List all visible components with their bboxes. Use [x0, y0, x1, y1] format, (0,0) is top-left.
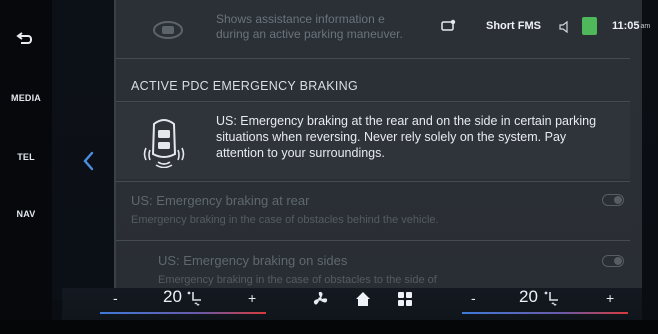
option-rear-braking-subtitle: Emergency braking in the case of obstacl… [131, 214, 439, 226]
back-icon[interactable] [14, 30, 34, 50]
section-title: ACTIVE PDC EMERGENCY BRAKING [131, 79, 358, 93]
sidebar-item-nav[interactable]: NAV [0, 209, 52, 219]
left-temp-plus-button[interactable]: + [248, 290, 256, 306]
previous-option-description: Shows assistance information e during an… [216, 12, 403, 42]
clock-suffix: am [640, 22, 651, 30]
seat-heat-icon[interactable] [186, 290, 204, 308]
option-rear-braking-title[interactable]: US: Emergency braking at rear [131, 193, 309, 208]
message-icon [441, 19, 456, 31]
side-braking-toggle[interactable] [602, 255, 624, 267]
info-card-text: US: Emergency braking at the rear and on… [216, 114, 597, 160]
profile-name: Short FMS [486, 20, 541, 32]
right-temp-plus-button[interactable]: + [606, 290, 614, 306]
apps-grid-icon[interactable] [396, 290, 414, 308]
clock-time: 11:05 [612, 20, 640, 32]
idrive-screen: MEDIA TEL NAV Shows assistance informati… [0, 0, 658, 334]
option-side-braking-title[interactable]: US: Emergency braking on sides [158, 253, 347, 268]
right-temp-minus-button[interactable]: - [471, 290, 476, 306]
chevron-left-icon[interactable] [82, 150, 96, 172]
option-side-braking-subtitle: Emergency braking in the case of obstacl… [158, 274, 437, 286]
divider-card [116, 181, 630, 182]
right-temp-value: 20 [519, 287, 538, 306]
fan-icon[interactable] [311, 290, 329, 308]
home-icon[interactable] [354, 290, 372, 308]
divider-section [116, 101, 630, 102]
car-sensors-icon [143, 119, 185, 168]
right-temp-slider[interactable] [462, 312, 628, 314]
divider-option [116, 240, 630, 241]
left-temp-value: 20 [163, 287, 182, 306]
divider-top [116, 58, 630, 59]
bezel-bottom [0, 320, 658, 334]
status-profile: Short FMS [486, 17, 541, 35]
charging-status-icon [582, 17, 597, 35]
parking-assist-icon [153, 21, 183, 39]
left-temp-slider[interactable] [100, 312, 266, 314]
status-clock: 11:05 am [612, 17, 650, 35]
speaker-muted-icon [559, 20, 568, 34]
left-rail: MEDIA TEL NAV [0, 0, 52, 334]
rear-braking-toggle[interactable] [602, 194, 624, 206]
sidebar-item-tel[interactable]: TEL [0, 152, 52, 162]
previous-option-line1: Shows assistance information e [216, 12, 385, 26]
sidebar-item-media[interactable]: MEDIA [0, 93, 52, 103]
left-temp-minus-button[interactable]: - [113, 290, 118, 306]
previous-option-line2: during an active parking maneuver. [216, 27, 403, 41]
seat-heat-icon[interactable] [543, 290, 561, 308]
